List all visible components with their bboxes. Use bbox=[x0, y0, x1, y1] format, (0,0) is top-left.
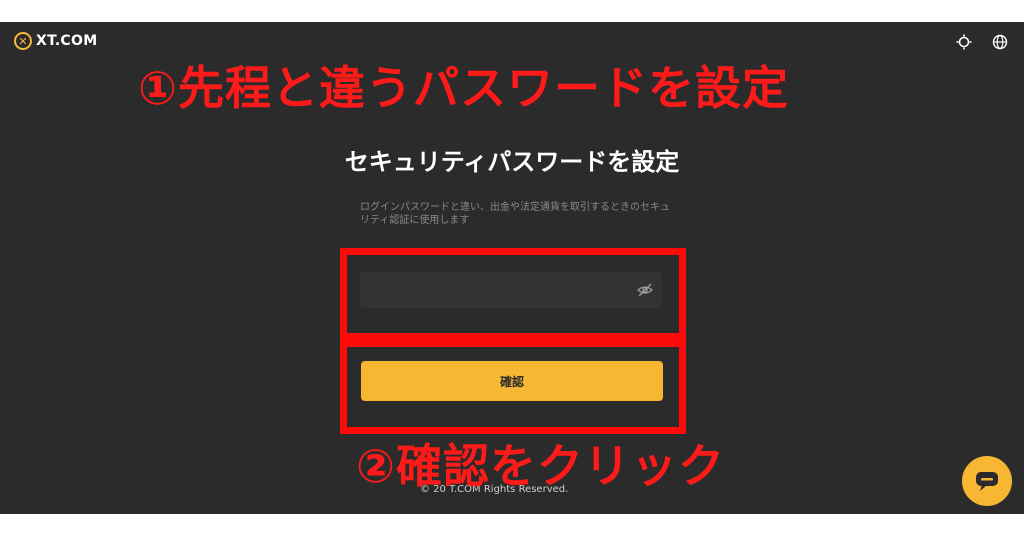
password-input[interactable] bbox=[368, 278, 632, 304]
logo-text: XT.COM bbox=[36, 33, 98, 49]
xt-logo[interactable]: ✕ XT.COM bbox=[14, 30, 97, 52]
globe-icon[interactable] bbox=[992, 34, 1008, 50]
annotation-step1: ①先程と違うパスワードを設定 bbox=[138, 61, 789, 115]
app-screen: ✕ XT.COM ①先程と違うパスワードを設定 セキュリティパスワードを設定 ロ… bbox=[0, 22, 1024, 514]
theme-icon[interactable] bbox=[956, 34, 972, 50]
annotation-step2: ②確認をクリック bbox=[356, 439, 725, 493]
chat-bubble-icon bbox=[976, 472, 998, 491]
eye-off-icon[interactable] bbox=[636, 281, 654, 299]
page-title: セキュリティパスワードを設定 bbox=[344, 148, 680, 176]
confirm-button[interactable]: 確認 bbox=[361, 361, 663, 401]
security-password-input[interactable] bbox=[360, 272, 662, 308]
chat-support-button[interactable] bbox=[962, 456, 1012, 506]
logo-icon: ✕ bbox=[14, 32, 32, 50]
page-description: ログインパスワードと違い、出金や法定通貨を取引するときのセキュリティ認証に使用し… bbox=[360, 202, 670, 226]
